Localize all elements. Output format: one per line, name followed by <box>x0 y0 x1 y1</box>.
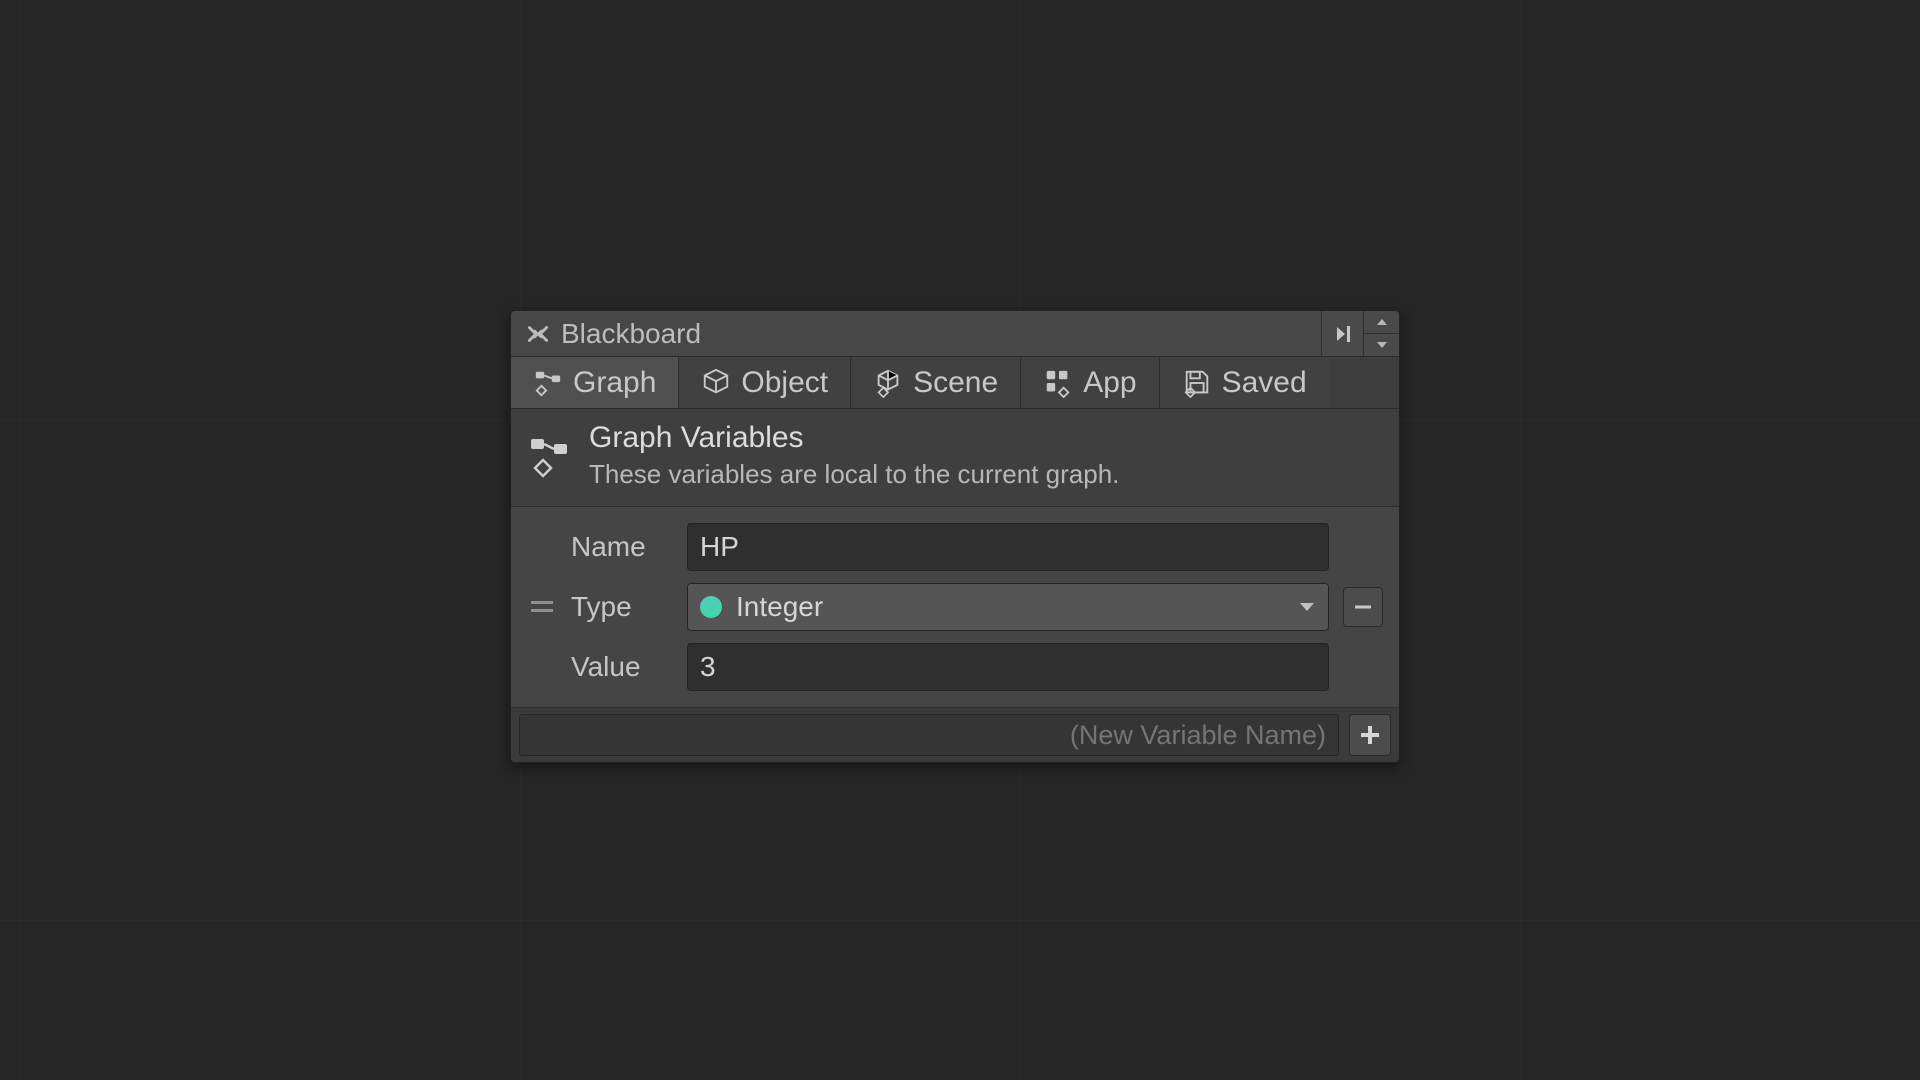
scope-tabs: Graph Object Scene <box>511 357 1399 409</box>
section-description: These variables are local to the current… <box>589 459 1119 490</box>
chevron-down-icon <box>1298 601 1316 613</box>
blackboard-icon <box>525 321 551 347</box>
value-label: Value <box>571 651 675 683</box>
dock-button[interactable] <box>1321 311 1363 356</box>
tab-scene[interactable]: Scene <box>851 357 1021 408</box>
new-variable-name-input[interactable] <box>519 714 1339 756</box>
object-scope-icon <box>701 368 731 398</box>
panel-spin-buttons <box>1363 311 1399 356</box>
add-variable-button[interactable] <box>1349 714 1391 756</box>
variable-type-dropdown[interactable]: Integer <box>687 583 1329 631</box>
variable-type-row: Type Integer <box>521 577 1389 637</box>
remove-variable-button[interactable] <box>1343 587 1383 627</box>
variable-entry: Name Type Integer <box>511 507 1399 708</box>
variable-name-row: Name <box>521 517 1389 577</box>
panel-title: Blackboard <box>561 318 701 350</box>
panel-spin-up[interactable] <box>1364 311 1399 333</box>
type-value: Integer <box>736 591 1284 623</box>
variable-value-row: Value <box>521 637 1389 697</box>
name-label: Name <box>571 531 675 563</box>
panel-title-area: Blackboard <box>511 311 1321 356</box>
blackboard-panel: Blackboard <box>510 310 1400 763</box>
type-color-dot <box>700 596 722 618</box>
tab-label: App <box>1083 366 1136 400</box>
tab-label: Object <box>741 366 828 400</box>
panel-titlebar: Blackboard <box>511 311 1399 357</box>
variable-value-input[interactable] <box>687 643 1329 691</box>
tab-app[interactable]: App <box>1021 357 1159 408</box>
tab-label: Scene <box>913 366 998 400</box>
section-header: Graph Variables These variables are loca… <box>511 409 1399 507</box>
new-variable-footer <box>511 708 1399 762</box>
tab-saved[interactable]: Saved <box>1160 357 1329 408</box>
tab-graph[interactable]: Graph <box>511 357 679 408</box>
type-label: Type <box>571 591 675 623</box>
graph-variables-icon <box>527 434 571 478</box>
panel-spin-down[interactable] <box>1364 333 1399 356</box>
tab-label: Graph <box>573 366 656 400</box>
drag-handle-icon[interactable] <box>525 599 559 615</box>
variable-name-input[interactable] <box>687 523 1329 571</box>
section-header-text: Graph Variables These variables are loca… <box>589 421 1119 490</box>
scene-scope-icon <box>873 368 903 398</box>
tab-label: Saved <box>1222 366 1307 400</box>
section-title: Graph Variables <box>589 421 1119 455</box>
app-scope-icon <box>1043 368 1073 398</box>
graph-scope-icon <box>533 368 563 398</box>
saved-scope-icon <box>1182 368 1212 398</box>
tab-object[interactable]: Object <box>679 357 851 408</box>
